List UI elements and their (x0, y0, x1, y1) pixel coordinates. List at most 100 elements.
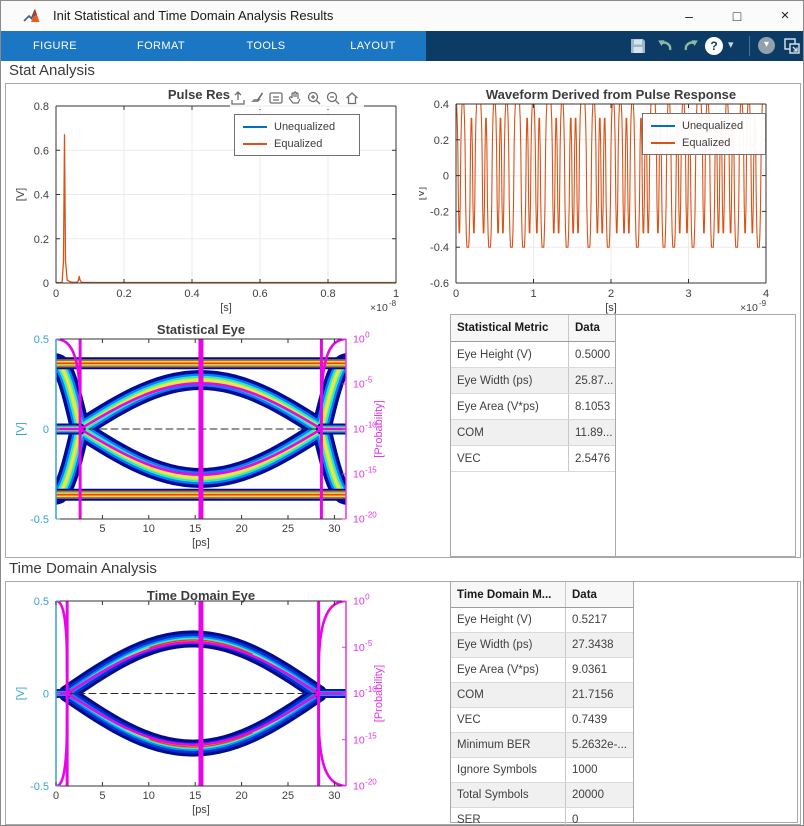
metric-value-cell[interactable]: 9.0361 (566, 658, 632, 682)
tab-figure[interactable]: FIGURE (5, 31, 105, 61)
figure-window: Init Statistical and Time Domain Analysi… (0, 0, 804, 826)
metric-name-cell[interactable]: Eye Area (V*ps) (451, 658, 566, 682)
legend-entry-equalized: Equalized (243, 135, 351, 152)
unequalized-line-sample (243, 126, 267, 128)
stat-metrics-table[interactable]: Statistical MetricDataEye Height (V)0.50… (451, 315, 616, 556)
td-metrics-table[interactable]: Time Domain M...DataEye Height (V)0.5217… (451, 582, 634, 822)
window-titlebar[interactable]: Init Statistical and Time Domain Analysi… (1, 1, 803, 32)
table-header-row[interactable]: Time Domain M...Data (451, 582, 633, 608)
brush-icon[interactable] (249, 90, 265, 106)
tab-layout[interactable]: LAYOUT (323, 31, 423, 61)
metric-value-cell[interactable]: 0.7439 (566, 708, 632, 732)
table-row[interactable]: COM11.89... (451, 420, 615, 446)
waveform-plot-title: Waveform Derived from Pulse Response (456, 87, 766, 102)
metric-value-cell[interactable]: 0.5217 (566, 608, 632, 632)
legend-entry-unequalized: Unequalized (651, 117, 757, 134)
metric-name-cell[interactable]: Eye Width (ps) (451, 368, 569, 393)
pan-icon[interactable] (287, 90, 303, 106)
window-title: Init Statistical and Time Domain Analysi… (53, 8, 333, 23)
table-row[interactable]: Eye Area (V*ps)8.1053 (451, 394, 615, 420)
undo-icon[interactable] (655, 36, 675, 56)
toolstrip: FIGURE FORMAT TOOLS LAYOUT ? ▾ ▾ (1, 31, 803, 61)
metric-value-cell[interactable]: 11.89... (569, 420, 614, 445)
save-icon[interactable] (628, 36, 648, 56)
metric-value-cell[interactable]: 0 (566, 808, 632, 826)
statistical-eye-plot[interactable] (7, 317, 427, 557)
metric-column-header[interactable]: Time Domain M... (451, 582, 566, 607)
table-row[interactable]: Eye Height (V)0.5217 (451, 608, 633, 633)
metric-name-cell[interactable]: COM (451, 420, 569, 445)
metric-column-header[interactable]: Statistical Metric (451, 315, 569, 341)
equalized-line-sample (651, 142, 675, 144)
maximize-button[interactable]: □ (715, 1, 759, 31)
table-header-row[interactable]: Statistical MetricData (451, 315, 615, 342)
metric-value-cell[interactable]: 1000 (566, 758, 632, 782)
help-icon[interactable]: ? (705, 37, 723, 55)
table-row[interactable]: Total Symbols20000 (451, 783, 633, 808)
legend-label: Equalized (274, 138, 322, 150)
close-button[interactable]: × (763, 1, 804, 31)
datatips-icon[interactable] (268, 90, 284, 106)
metric-name-cell[interactable]: COM (451, 683, 566, 707)
table-row[interactable]: VEC0.7439 (451, 708, 633, 733)
metric-name-cell[interactable]: Eye Area (V*ps) (451, 394, 569, 419)
equalized-line-sample (243, 143, 267, 145)
tab-format[interactable]: FORMAT (111, 31, 211, 61)
pulse-legend[interactable]: Unequalized Equalized (234, 114, 360, 156)
td-metrics-panel: Time Domain M...DataEye Height (V)0.5217… (450, 581, 798, 823)
metric-name-cell[interactable]: VEC (451, 446, 569, 471)
metric-name-cell[interactable]: Eye Width (ps) (451, 633, 566, 657)
section-title-time-domain-analysis: Time Domain Analysis (9, 560, 157, 577)
table-row[interactable]: SER0 (451, 808, 633, 826)
metric-value-cell[interactable]: 2.5476 (569, 446, 614, 471)
waveform-legend[interactable]: Unequalized Equalized (642, 113, 766, 155)
zoom-out-icon[interactable] (325, 90, 341, 106)
section-title-stat-analysis: Stat Analysis (9, 62, 95, 79)
metric-value-cell[interactable]: 5.2632e-... (566, 733, 632, 757)
redo-icon[interactable] (681, 36, 701, 56)
td-eye-title: Time Domain Eye (56, 588, 346, 603)
table-row[interactable]: Ignore Symbols1000 (451, 758, 633, 783)
data-column-header[interactable]: Data (566, 582, 632, 607)
metric-name-cell[interactable]: Total Symbols (451, 783, 566, 807)
data-column-header[interactable]: Data (569, 315, 614, 341)
table-row[interactable]: Eye Height (V)0.5000 (451, 342, 615, 368)
legend-entry-equalized: Equalized (651, 134, 757, 151)
minimize-button[interactable]: – (667, 1, 711, 31)
tab-tools[interactable]: TOOLS (216, 31, 316, 61)
pulse-plot-title: Pulse Res (56, 87, 230, 102)
metric-name-cell[interactable]: VEC (451, 708, 566, 732)
stat-eye-title: Statistical Eye (56, 322, 346, 337)
time-domain-eye-plot[interactable] (7, 582, 427, 825)
table-row[interactable]: Minimum BER5.2632e-... (451, 733, 633, 758)
axes-toolbar (230, 86, 364, 109)
legend-entry-unequalized: Unequalized (243, 118, 351, 135)
matlab-icon (23, 7, 43, 25)
undock-icon[interactable] (782, 36, 802, 56)
metric-name-cell[interactable]: SER (451, 808, 566, 826)
export-icon[interactable] (230, 90, 246, 106)
unequalized-line-sample (651, 125, 675, 127)
metric-value-cell[interactable]: 27.3438 (566, 633, 632, 657)
metric-name-cell[interactable]: Eye Height (V) (451, 342, 569, 367)
table-row[interactable]: Eye Width (ps)25.87... (451, 368, 615, 394)
metric-value-cell[interactable]: 0.5000 (569, 342, 614, 367)
metric-name-cell[interactable]: Eye Height (V) (451, 608, 566, 632)
metric-value-cell[interactable]: 20000 (566, 783, 632, 807)
legend-label: Equalized (682, 137, 730, 149)
zoom-in-icon[interactable] (306, 90, 322, 106)
table-row[interactable]: COM21.7156 (451, 683, 633, 708)
table-row[interactable]: Eye Width (ps)27.3438 (451, 633, 633, 658)
metric-name-cell[interactable]: Ignore Symbols (451, 758, 566, 782)
table-row[interactable]: Eye Area (V*ps)9.0361 (451, 658, 633, 683)
legend-label: Unequalized (274, 121, 335, 133)
stat-metrics-panel: Statistical MetricDataEye Height (V)0.50… (450, 314, 796, 557)
metric-value-cell[interactable]: 8.1053 (569, 394, 614, 419)
table-row[interactable]: VEC2.5476 (451, 446, 615, 472)
restore-view-icon[interactable] (344, 90, 360, 106)
metric-name-cell[interactable]: Minimum BER (451, 733, 566, 757)
metric-value-cell[interactable]: 21.7156 (566, 683, 632, 707)
overflow-icon[interactable]: ▾ (758, 37, 775, 54)
help-dropdown-icon[interactable]: ▾ (728, 38, 734, 51)
metric-value-cell[interactable]: 25.87... (569, 368, 614, 393)
